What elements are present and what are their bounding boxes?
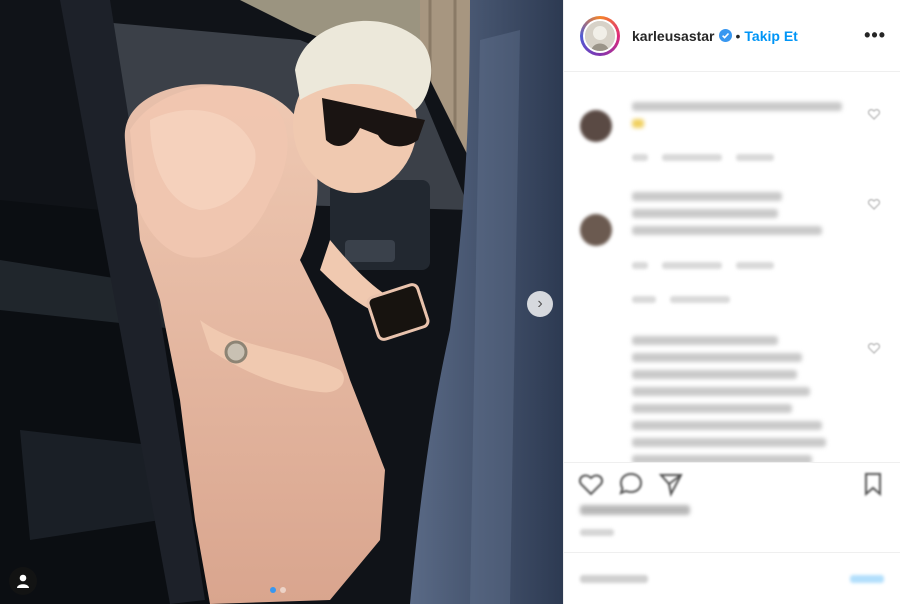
next-arrow-icon: › <box>537 295 543 312</box>
avatar-image <box>585 20 615 51</box>
comment-input[interactable] <box>580 574 648 583</box>
user-tag-button[interactable] <box>9 567 37 595</box>
post-date <box>580 529 614 536</box>
commenter-avatar[interactable] <box>580 110 612 142</box>
bookmark-icon[interactable] <box>860 471 886 497</box>
more-options-icon[interactable]: ••• <box>864 25 886 46</box>
post-actions <box>564 462 900 504</box>
comment-meta <box>632 262 774 269</box>
commenter-avatar[interactable] <box>580 214 612 246</box>
post-photo[interactable]: › <box>0 0 563 604</box>
heart-icon[interactable] <box>578 471 604 497</box>
post-header: karleusastar • Takip Et ••• <box>564 0 900 72</box>
share-icon[interactable] <box>658 471 684 497</box>
username-link[interactable]: karleusastar <box>632 28 715 44</box>
likes-count[interactable] <box>580 505 690 515</box>
comments-list <box>564 72 900 462</box>
heart-icon[interactable] <box>868 198 880 210</box>
verified-badge-icon <box>718 29 732 42</box>
profile-avatar[interactable] <box>580 15 620 56</box>
next-photo-button[interactable]: › <box>527 291 553 317</box>
post-sidebar: karleusastar • Takip Et ••• <box>563 0 900 604</box>
carousel-indicator <box>270 587 286 593</box>
comment-text <box>632 336 826 462</box>
comment-meta <box>632 154 774 161</box>
heart-icon[interactable] <box>868 108 880 120</box>
heart-icon[interactable] <box>868 342 880 354</box>
post-image <box>0 0 563 604</box>
follow-button[interactable]: Takip Et <box>744 28 797 44</box>
post-comment-button[interactable] <box>850 574 884 583</box>
carousel-dot-active <box>270 587 276 593</box>
comment-text <box>632 192 822 243</box>
carousel-dot <box>280 587 286 593</box>
user-tag-icon <box>17 574 29 588</box>
header-separator: • <box>735 27 741 44</box>
view-replies[interactable] <box>632 296 730 303</box>
comment-icon[interactable] <box>618 471 644 497</box>
add-comment-bar <box>564 552 900 604</box>
comment-text <box>632 102 842 136</box>
